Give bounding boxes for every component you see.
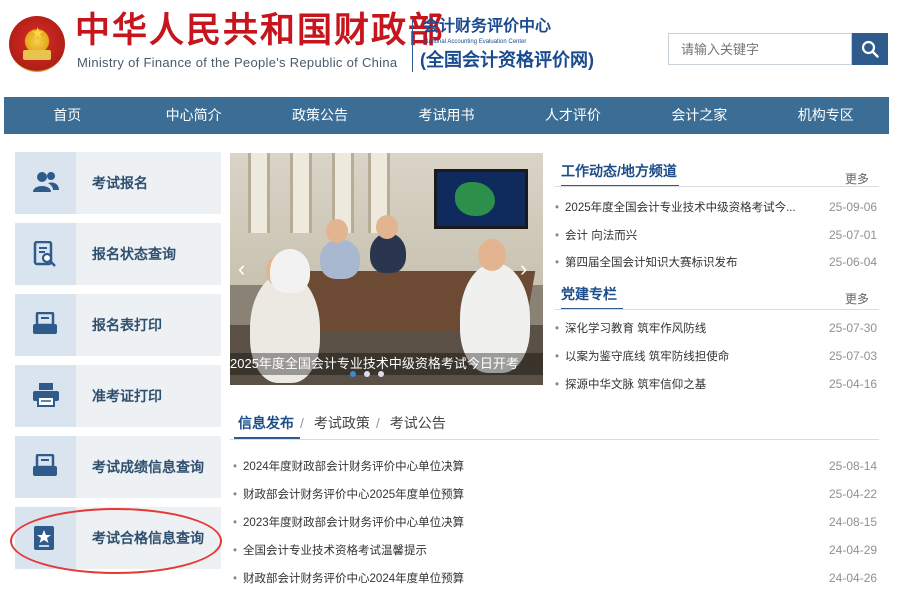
work-news-title[interactable]: 工作动态/地方频道 bbox=[561, 163, 677, 179]
sidebar-item-label: 报名表打印 bbox=[92, 317, 162, 333]
sidebar-item-label: 考试合格信息查询 bbox=[92, 530, 204, 546]
list-item: • 全国会计专业技术资格考试温馨提示 bbox=[233, 545, 428, 557]
printer-icon bbox=[33, 383, 59, 407]
news-date: 25-07-03 bbox=[829, 349, 878, 363]
main-nav: 首页 中心简介 政策公告 考试用书 人才评价 会计之家 机构专区 bbox=[4, 97, 889, 134]
site-header: ★ 中华人民共和国财政部 Ministry of Finance of the … bbox=[0, 0, 907, 97]
work-news-more-link[interactable]: 更多 bbox=[845, 170, 869, 187]
sidebar-item-form-print[interactable]: 报名表打印 bbox=[15, 294, 221, 356]
center-name-cn: 会计财务评价中心 bbox=[423, 18, 552, 35]
news-link[interactable]: 全国会计专业技术资格考试温馨提示 bbox=[243, 545, 427, 557]
news-link[interactable]: 以案为鉴守底线 筑牢防线担使命 bbox=[565, 351, 729, 363]
news-link[interactable]: 第四届全国会计知识大赛标识发布 bbox=[565, 257, 738, 269]
list-item: • 2025年度全国会计专业技术中级资格考试今... bbox=[555, 202, 796, 214]
sidebar-item-label: 考试成绩信息查询 bbox=[92, 459, 204, 475]
news-carousel[interactable]: 2025年度全国会计专业技术中级资格考试今日开考 ‹ › bbox=[230, 153, 543, 385]
search-input[interactable] bbox=[668, 33, 852, 65]
party-header: 党建专栏 bbox=[561, 284, 623, 310]
site-title-cn: 中华人民共和国财政部 bbox=[75, 11, 446, 50]
tab-exam-policy[interactable]: 考试政策 bbox=[314, 413, 370, 433]
news-link[interactable]: 财政部会计财务评价中心2024年度单位预算 bbox=[243, 573, 464, 585]
certificate-icon bbox=[34, 526, 54, 550]
sidebar-item-score-query[interactable]: 考试成绩信息查询 bbox=[15, 436, 221, 498]
news-link[interactable]: 深化学习教育 筑牢作风防线 bbox=[565, 323, 706, 335]
news-date: 25-04-22 bbox=[829, 487, 878, 501]
national-emblem-logo: ★ bbox=[9, 16, 65, 72]
sidebar-item-label: 准考证打印 bbox=[92, 388, 162, 404]
nav-center-intro[interactable]: 中心简介 bbox=[130, 97, 256, 134]
info-tabs: 信息发布 / 考试政策 / 考试公告 bbox=[238, 413, 446, 433]
news-link[interactable]: 2023年度财政部会计财务评价中心单位决算 bbox=[243, 517, 464, 529]
news-date: 25-04-16 bbox=[829, 377, 878, 391]
carousel-pagination bbox=[350, 371, 384, 377]
center-subtitle: (全国会计资格评价网) bbox=[420, 50, 594, 70]
nav-talent-eval[interactable]: 人才评价 bbox=[510, 97, 636, 134]
nav-institution[interactable]: 机构专区 bbox=[763, 97, 889, 134]
list-item: • 探源中华文脉 筑牢信仰之基 bbox=[555, 379, 707, 391]
party-title[interactable]: 党建专栏 bbox=[561, 286, 617, 302]
news-link[interactable]: 财政部会计财务评价中心2025年度单位预算 bbox=[243, 489, 464, 501]
list-item: • 财政部会计财务评价中心2025年度单位预算 bbox=[233, 489, 465, 501]
work-news-header: 工作动态/地方频道 bbox=[561, 161, 679, 187]
header-divider bbox=[412, 20, 413, 72]
list-item: • 深化学习教育 筑牢作风防线 bbox=[555, 323, 707, 335]
tab-exam-notice[interactable]: 考试公告 bbox=[390, 413, 446, 433]
nav-policy[interactable]: 政策公告 bbox=[257, 97, 383, 134]
list-item: • 以案为鉴守底线 筑牢防线担使命 bbox=[555, 351, 730, 363]
score-doc-icon bbox=[33, 454, 57, 476]
tab-info-release[interactable]: 信息发布 bbox=[238, 413, 294, 433]
sidebar-item-label: 报名状态查询 bbox=[92, 246, 176, 262]
center-name-en: National Accounting Evaluation Center bbox=[424, 39, 527, 45]
active-tab-indicator bbox=[234, 437, 300, 439]
search-icon bbox=[861, 40, 879, 58]
carousel-prev-icon[interactable]: ‹ bbox=[238, 258, 245, 280]
carousel-dot[interactable] bbox=[350, 371, 356, 377]
news-date: 24-04-29 bbox=[829, 543, 878, 557]
news-date: 25-07-01 bbox=[829, 228, 878, 242]
carousel-next-icon[interactable]: › bbox=[520, 258, 527, 280]
list-item: • 第四届全国会计知识大赛标识发布 bbox=[555, 257, 738, 269]
news-link[interactable]: 2025年度全国会计专业技术中级资格考试今... bbox=[565, 202, 796, 214]
news-date: 25-07-30 bbox=[829, 321, 878, 335]
news-date: 24-08-15 bbox=[829, 515, 878, 529]
display-screen-image bbox=[434, 169, 528, 229]
news-link[interactable]: 探源中华文脉 筑牢信仰之基 bbox=[565, 379, 706, 391]
nav-exam-books[interactable]: 考试用书 bbox=[383, 97, 509, 134]
site-title-en: Ministry of Finance of the People's Repu… bbox=[77, 55, 398, 70]
sidebar-item-admission-ticket[interactable]: 准考证打印 bbox=[15, 365, 221, 427]
form-print-icon bbox=[33, 312, 57, 334]
news-date: 25-08-14 bbox=[829, 459, 878, 473]
nav-accountant-home[interactable]: 会计之家 bbox=[636, 97, 762, 134]
sidebar-item-exam-registration[interactable]: 考试报名 bbox=[15, 152, 221, 214]
search-button[interactable] bbox=[852, 33, 888, 65]
sidebar-item-registration-status[interactable]: 报名状态查询 bbox=[15, 223, 221, 285]
list-item: • 2024年度财政部会计财务评价中心单位决算 bbox=[233, 461, 465, 473]
news-date: 24-04-26 bbox=[829, 571, 878, 585]
news-link[interactable]: 2024年度财政部会计财务评价中心单位决算 bbox=[243, 461, 464, 473]
carousel-dot[interactable] bbox=[364, 371, 370, 377]
sidebar-item-label: 考试报名 bbox=[92, 175, 148, 191]
doc-search-icon bbox=[33, 241, 56, 267]
list-item: • 2023年度财政部会计财务评价中心单位决算 bbox=[233, 517, 465, 529]
sidebar-item-qualification-query[interactable]: 考试合格信息查询 bbox=[15, 507, 221, 569]
news-date: 25-06-04 bbox=[829, 255, 878, 269]
carousel-dot[interactable] bbox=[378, 371, 384, 377]
carousel-caption: 2025年度全国会计专业技术中级资格考试今日开考 bbox=[230, 353, 543, 375]
list-item: • 财政部会计财务评价中心2024年度单位预算 bbox=[233, 573, 465, 585]
news-link[interactable]: 会计 向法而兴 bbox=[565, 230, 637, 242]
news-date: 25-09-06 bbox=[829, 200, 878, 214]
page: ★ 中华人民共和国财政部 Ministry of Finance of the … bbox=[0, 0, 907, 590]
list-item: • 会计 向法而兴 bbox=[555, 230, 638, 242]
nav-home[interactable]: 首页 bbox=[4, 97, 130, 134]
party-more-link[interactable]: 更多 bbox=[845, 290, 869, 307]
users-icon bbox=[33, 172, 59, 192]
